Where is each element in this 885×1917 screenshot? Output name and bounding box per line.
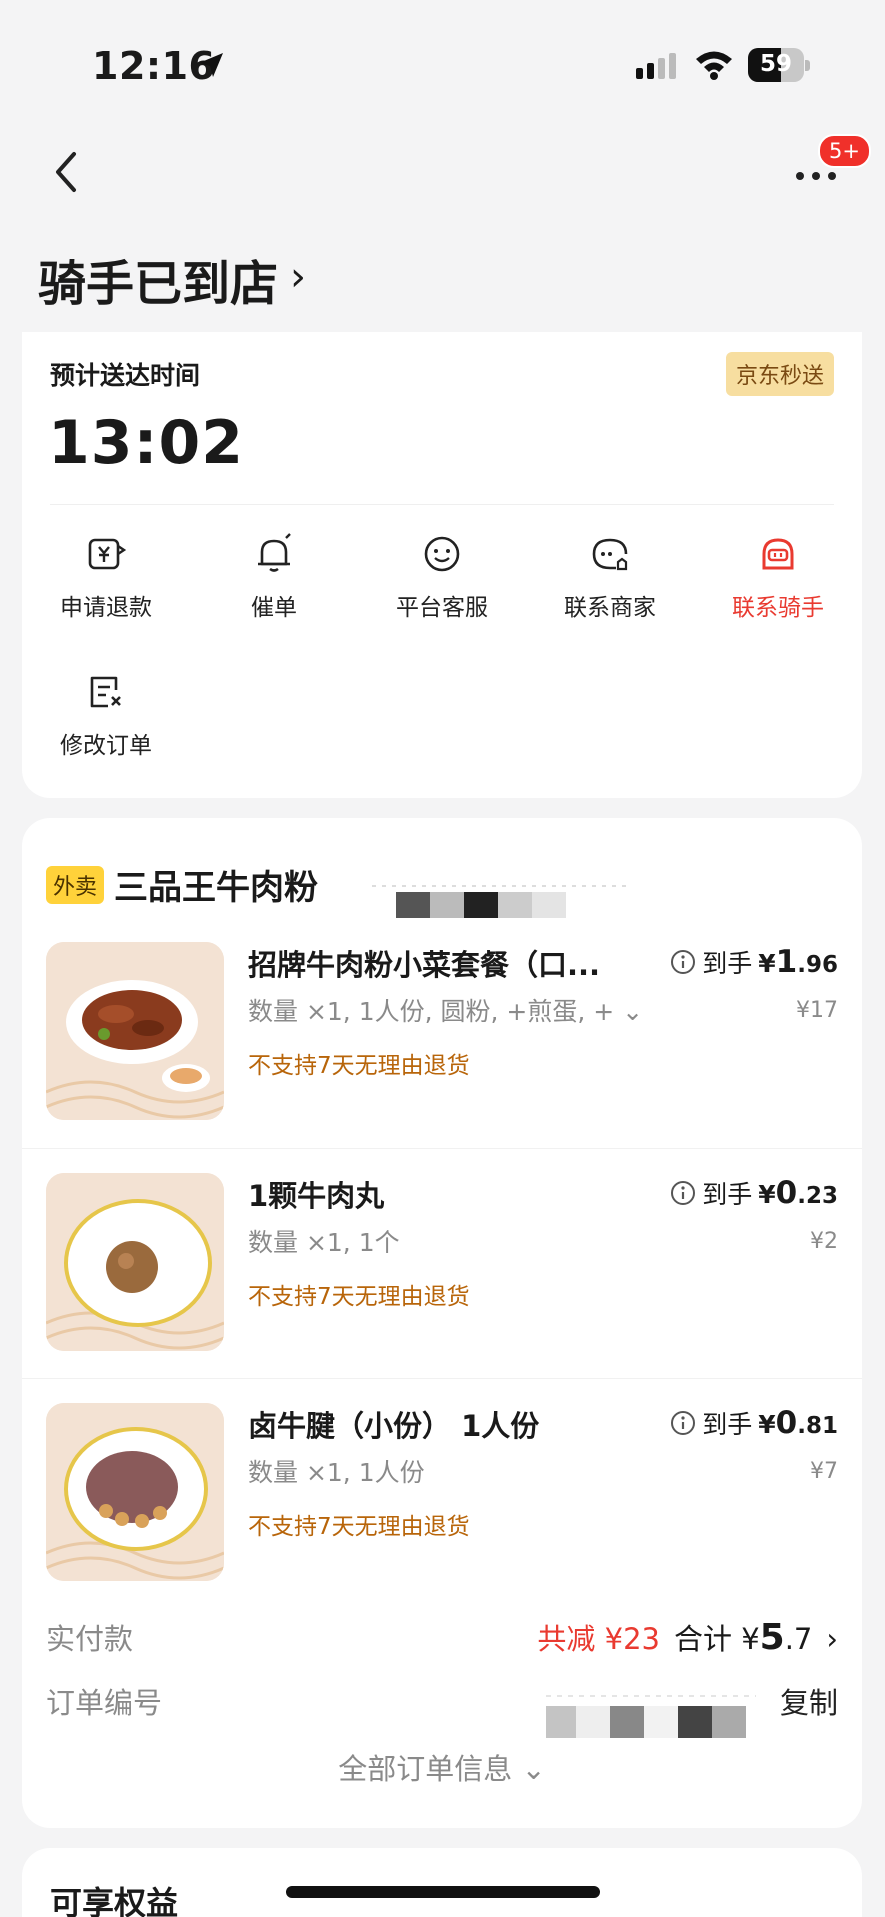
action-label: 催单 [251, 595, 297, 621]
price-integer: 0 [775, 1405, 798, 1441]
divider [50, 504, 834, 505]
action-label: 修改订单 [60, 733, 152, 759]
price-decimal: .81 [797, 1413, 838, 1439]
currency-symbol: ¥ [758, 1410, 776, 1439]
contact-rider-button[interactable]: 联系骑手 [708, 532, 848, 622]
chevron-down-icon: ⌄ [521, 1752, 546, 1786]
store-row[interactable]: 外卖 三品王牛肉粉 [46, 860, 318, 909]
benefits-title: 可享权益 [50, 1884, 179, 1917]
price-label: 到手 [702, 1410, 753, 1439]
payment-total[interactable]: 共减 ¥23 合计 ¥5.7 › [537, 1616, 838, 1658]
original-price: ¥7 [810, 1459, 838, 1484]
product-image [46, 1403, 224, 1581]
order-no-label: 订单编号 [46, 1686, 163, 1720]
battery-icon: 59 [748, 48, 810, 82]
action-label: 申请退款 [60, 595, 152, 621]
location-arrow-icon [199, 53, 223, 77]
chevron-down-icon: ⌄ [622, 997, 644, 1026]
total-label: 合计 ¥ [673, 1622, 760, 1656]
chevron-right-icon: › [290, 254, 307, 300]
final-price[interactable]: 到手 ¥1.96 [670, 944, 838, 980]
item-spec: 数量 ×1, 1个 [248, 1228, 400, 1257]
status-bar: 12:16 59 [0, 0, 885, 120]
return-policy-note: 不支持7天无理由退货 [248, 1284, 470, 1310]
delivery-card: 预计送达时间 13:02 京东秒送 申请退款 催单 平台客服 联系商家 联系骑手… [22, 332, 862, 798]
price-integer: 1 [775, 944, 798, 980]
action-label: 联系商家 [564, 595, 656, 621]
copy-button[interactable]: 复制 [780, 1680, 838, 1722]
all-info-label: 全部订单信息 [338, 1752, 513, 1786]
order-number-row: 订单编号 复制 [46, 1680, 838, 1738]
store-name: 三品王牛肉粉 [114, 868, 319, 908]
original-price: ¥2 [810, 1229, 838, 1254]
item-name: 1颗牛肉丸 [248, 1179, 385, 1213]
action-label: 联系骑手 [732, 595, 824, 621]
currency-symbol: ¥ [758, 1180, 776, 1209]
contact-merchant-button[interactable]: 联系商家 [540, 532, 680, 622]
final-price[interactable]: 到手 ¥0.81 [670, 1405, 838, 1441]
eta-label: 预计送达时间 [50, 361, 201, 390]
item-spec-text: 数量 ×1, 1人份, 圆粉, +煎蛋, + [248, 997, 615, 1026]
final-price[interactable]: 到手 ¥0.23 [670, 1175, 838, 1211]
currency-symbol: ¥ [758, 949, 776, 978]
notification-badge: 5+ [818, 134, 871, 168]
all-order-info-link[interactable]: 全部订单信息 ⌄ [22, 1746, 862, 1788]
info-icon [671, 950, 696, 974]
redacted-area [372, 885, 632, 918]
item-name: 卤牛腱（小份） 1人份 [248, 1409, 540, 1443]
total-amount: 合计 ¥5.7 [674, 1616, 812, 1658]
price-integer: 0 [775, 1175, 798, 1211]
apply-refund-button[interactable]: 申请退款 [36, 532, 176, 622]
price-label: 到手 [702, 949, 753, 978]
item-spec[interactable]: 数量 ×1, 1人份, 圆粉, +煎蛋, + ⌄ [248, 992, 643, 1028]
total-integer: 5 [759, 1617, 785, 1658]
modify-order-button[interactable]: 修改订单 [36, 670, 176, 760]
bell-icon [258, 533, 291, 572]
back-icon[interactable] [46, 148, 86, 196]
redacted-order-number [546, 1695, 756, 1738]
price-label: 到手 [702, 1180, 753, 1209]
chevron-right-icon: › [826, 1622, 838, 1656]
original-price: ¥17 [796, 998, 838, 1023]
eta-time: 13:02 [48, 408, 244, 478]
edit-order-icon [90, 676, 121, 708]
product-image [46, 942, 224, 1120]
price-decimal: .96 [797, 952, 838, 978]
order-status-title[interactable]: 骑手已到店 › [38, 244, 306, 314]
payment-row: 实付款 共减 ¥23 合计 ¥5.7 › [46, 1616, 838, 1666]
item-name: 招牌牛肉粉小菜套餐（口... [248, 948, 601, 982]
merchant-chat-icon [592, 538, 628, 571]
item-spec: 数量 ×1, 1人份 [248, 1458, 425, 1487]
list-item[interactable]: 卤牛腱（小份） 1人份 数量 ×1, 1人份 不支持7天无理由退货 到手 ¥0.… [22, 1378, 862, 1606]
urge-order-button[interactable]: 催单 [204, 532, 344, 622]
wifi-icon [696, 51, 732, 80]
total-decimal: .7 [784, 1622, 813, 1656]
battery-percent: 59 [759, 51, 792, 77]
home-indicator [286, 1886, 600, 1898]
discount-amount: 共减 ¥23 [537, 1622, 660, 1656]
service-icon [424, 536, 460, 572]
info-icon [671, 1181, 696, 1205]
benefits-card: 可享权益 [22, 1848, 862, 1917]
product-image [46, 1173, 224, 1351]
info-icon [671, 1411, 696, 1435]
page-title-text: 骑手已到店 [38, 256, 279, 312]
delivery-type-tag: 外卖 [46, 865, 105, 904]
paid-label: 实付款 [46, 1622, 134, 1656]
order-card: 外卖 三品王牛肉粉 招牌牛肉粉小菜套餐（口... 数量 ×1, 1人份, 圆粉,… [22, 818, 862, 1828]
price-decimal: .23 [797, 1183, 838, 1209]
return-policy-note: 不支持7天无理由退货 [248, 1053, 470, 1079]
refund-icon [88, 538, 127, 570]
list-item[interactable]: 1颗牛肉丸 数量 ×1, 1个 不支持7天无理由退货 到手 ¥0.23 ¥2 [22, 1148, 862, 1376]
action-label: 平台客服 [396, 595, 488, 621]
platform-service-button[interactable]: 平台客服 [372, 532, 512, 622]
return-policy-note: 不支持7天无理由退货 [248, 1514, 470, 1540]
rider-icon [762, 538, 794, 570]
list-item[interactable]: 招牌牛肉粉小菜套餐（口... 数量 ×1, 1人份, 圆粉, +煎蛋, + ⌄ … [22, 918, 862, 1146]
cellular-signal-icon [636, 53, 676, 79]
service-tag: 京东秒送 [725, 352, 834, 396]
